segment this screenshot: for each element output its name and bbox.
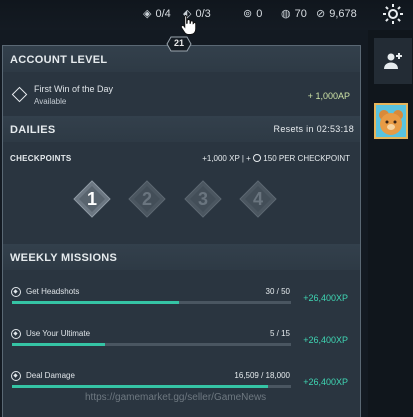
mission-name: Deal Damage (26, 371, 75, 380)
kingdom-credits-icon: ⊚ (243, 8, 253, 20)
social-sidebar (368, 30, 413, 417)
quest-diamond-icon: ◈ (143, 8, 152, 20)
mission-name: Use Your Ultimate (26, 329, 91, 338)
checkpoints-reward: +1,000 XP | + 150 PER CHECKPOINT (202, 154, 350, 163)
mission-icon (11, 287, 21, 297)
mission-progress-bar (12, 301, 291, 304)
account-level-title: ACCOUNT LEVEL (10, 54, 108, 66)
mission-reward: +26,400XP (303, 377, 348, 387)
checkpoint-number: 2 (141, 189, 152, 209)
kingdom-credits[interactable]: ⊚ 0 (243, 7, 263, 21)
checkpoint-number: 3 (197, 189, 208, 209)
first-win-title: First Win of the Day (34, 84, 114, 94)
mission-reward: +26,400XP (303, 293, 348, 303)
weekly-missions-title: WEEKLY MISSIONS (10, 252, 118, 264)
vp-icon: ⊘ (316, 8, 326, 20)
progress-panel: ACCOUNT LEVEL First Win of the Day Avail… (2, 45, 361, 417)
kingdom-credits-value: 0 (256, 7, 263, 20)
mission-progress-bar (12, 385, 291, 388)
add-friend-button[interactable] (374, 38, 412, 84)
mission-progress-text: 30 / 50 (265, 287, 290, 296)
mission-row[interactable]: Use Your Ultimate 5 / 15 +26,400XP (3, 329, 360, 359)
quest-counter[interactable]: ◈ 0/4 (143, 7, 171, 21)
top-bar: ◈ 0/4 ⬖ 0/3 ⊚ 0 ◍ 70 ⊘ 9,678 (0, 0, 413, 30)
mission-progress-text: 5 / 15 (269, 329, 290, 338)
checkpoint-2: 2 (128, 180, 166, 218)
radianite-points[interactable]: ◍ 70 (281, 7, 307, 21)
checkpoint-number: 4 (252, 189, 263, 209)
radianite-small-icon (253, 154, 262, 162)
first-win-reward: + 1,000AP (307, 91, 350, 101)
hand-cursor-icon (180, 15, 196, 35)
mission-progress-fill (12, 343, 105, 346)
mission-icon (11, 371, 21, 381)
checkpoint-points-reward: 150 PER CHECKPOINT (263, 154, 350, 163)
mission-count: 0/3 (195, 7, 211, 20)
add-friend-icon (384, 53, 402, 69)
checkpoint-1: 1 (73, 180, 111, 218)
checkpoint-xp-reward: +1,000 XP | + (202, 154, 251, 163)
checkpoint-3: 3 (184, 180, 222, 218)
mission-icon (11, 329, 21, 339)
level-badge[interactable]: 21 (166, 36, 192, 52)
mission-reward: +26,400XP (303, 335, 348, 345)
valorant-points[interactable]: ⊘ 9,678 (316, 7, 357, 21)
dailies-header: DAILIES Resets in 02:53:18 (3, 116, 360, 142)
mission-progress-bar (12, 343, 291, 346)
checkpoint-4: 4 (239, 180, 277, 218)
level-badge-value: 21 (173, 38, 184, 48)
mission-progress-fill (12, 301, 180, 304)
bear-avatar-icon (376, 105, 406, 137)
mission-row[interactable]: Get Headshots 30 / 50 +26,400XP (3, 287, 360, 317)
watermark-text: https://gamemarket.gg/seller/GameNews (85, 392, 267, 403)
dailies-title: DAILIES (10, 124, 56, 136)
vp-value: 9,678 (329, 7, 357, 20)
quest-count: 0/4 (155, 7, 171, 20)
checkpoints-label: CHECKPOINTS (10, 154, 72, 163)
checkpoint-number: 1 (86, 189, 97, 209)
dailies-reset-timer: Resets in 02:53:18 (273, 124, 354, 134)
diamond-icon (11, 86, 28, 103)
radianite-icon: ◍ (281, 8, 291, 20)
mission-progress-text: 16,509 / 18,000 (234, 371, 290, 380)
settings-gear-icon[interactable] (381, 2, 405, 26)
mission-name: Get Headshots (26, 287, 80, 296)
weekly-missions-header: WEEKLY MISSIONS (3, 244, 360, 270)
mission-progress-fill (12, 385, 268, 388)
radianite-value: 70 (294, 7, 307, 20)
first-win-row[interactable]: First Win of the Day Available + 1,000AP (3, 74, 360, 114)
first-win-status: Available (34, 97, 67, 106)
player-avatar[interactable] (374, 103, 408, 139)
